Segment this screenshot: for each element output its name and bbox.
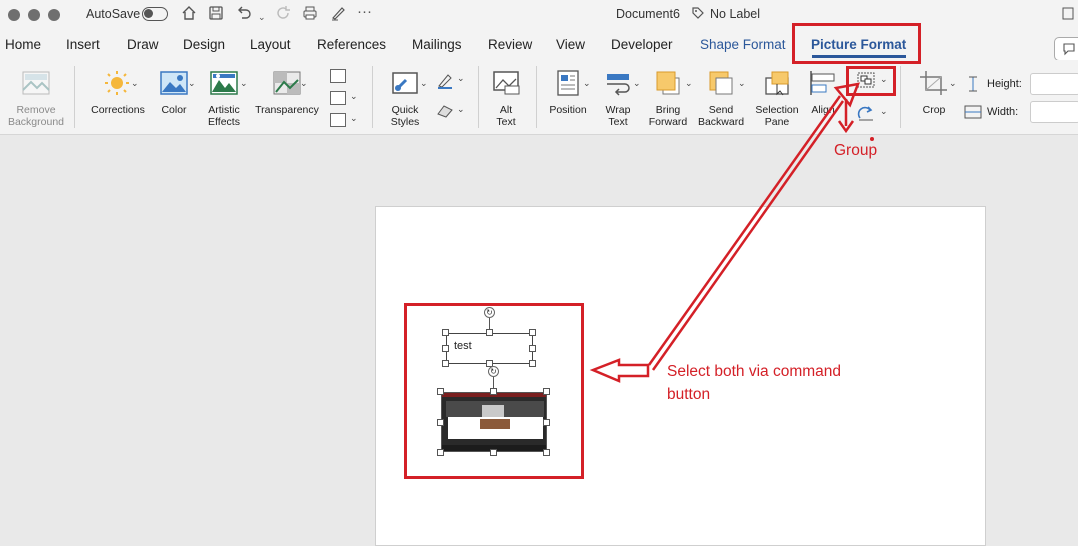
annotation-select-note-line2: button [667,386,711,403]
annotation-group-label: Group [834,142,878,159]
annotation-arrows [589,82,874,383]
annotation-select-note-line1: Select both via command [667,363,842,380]
